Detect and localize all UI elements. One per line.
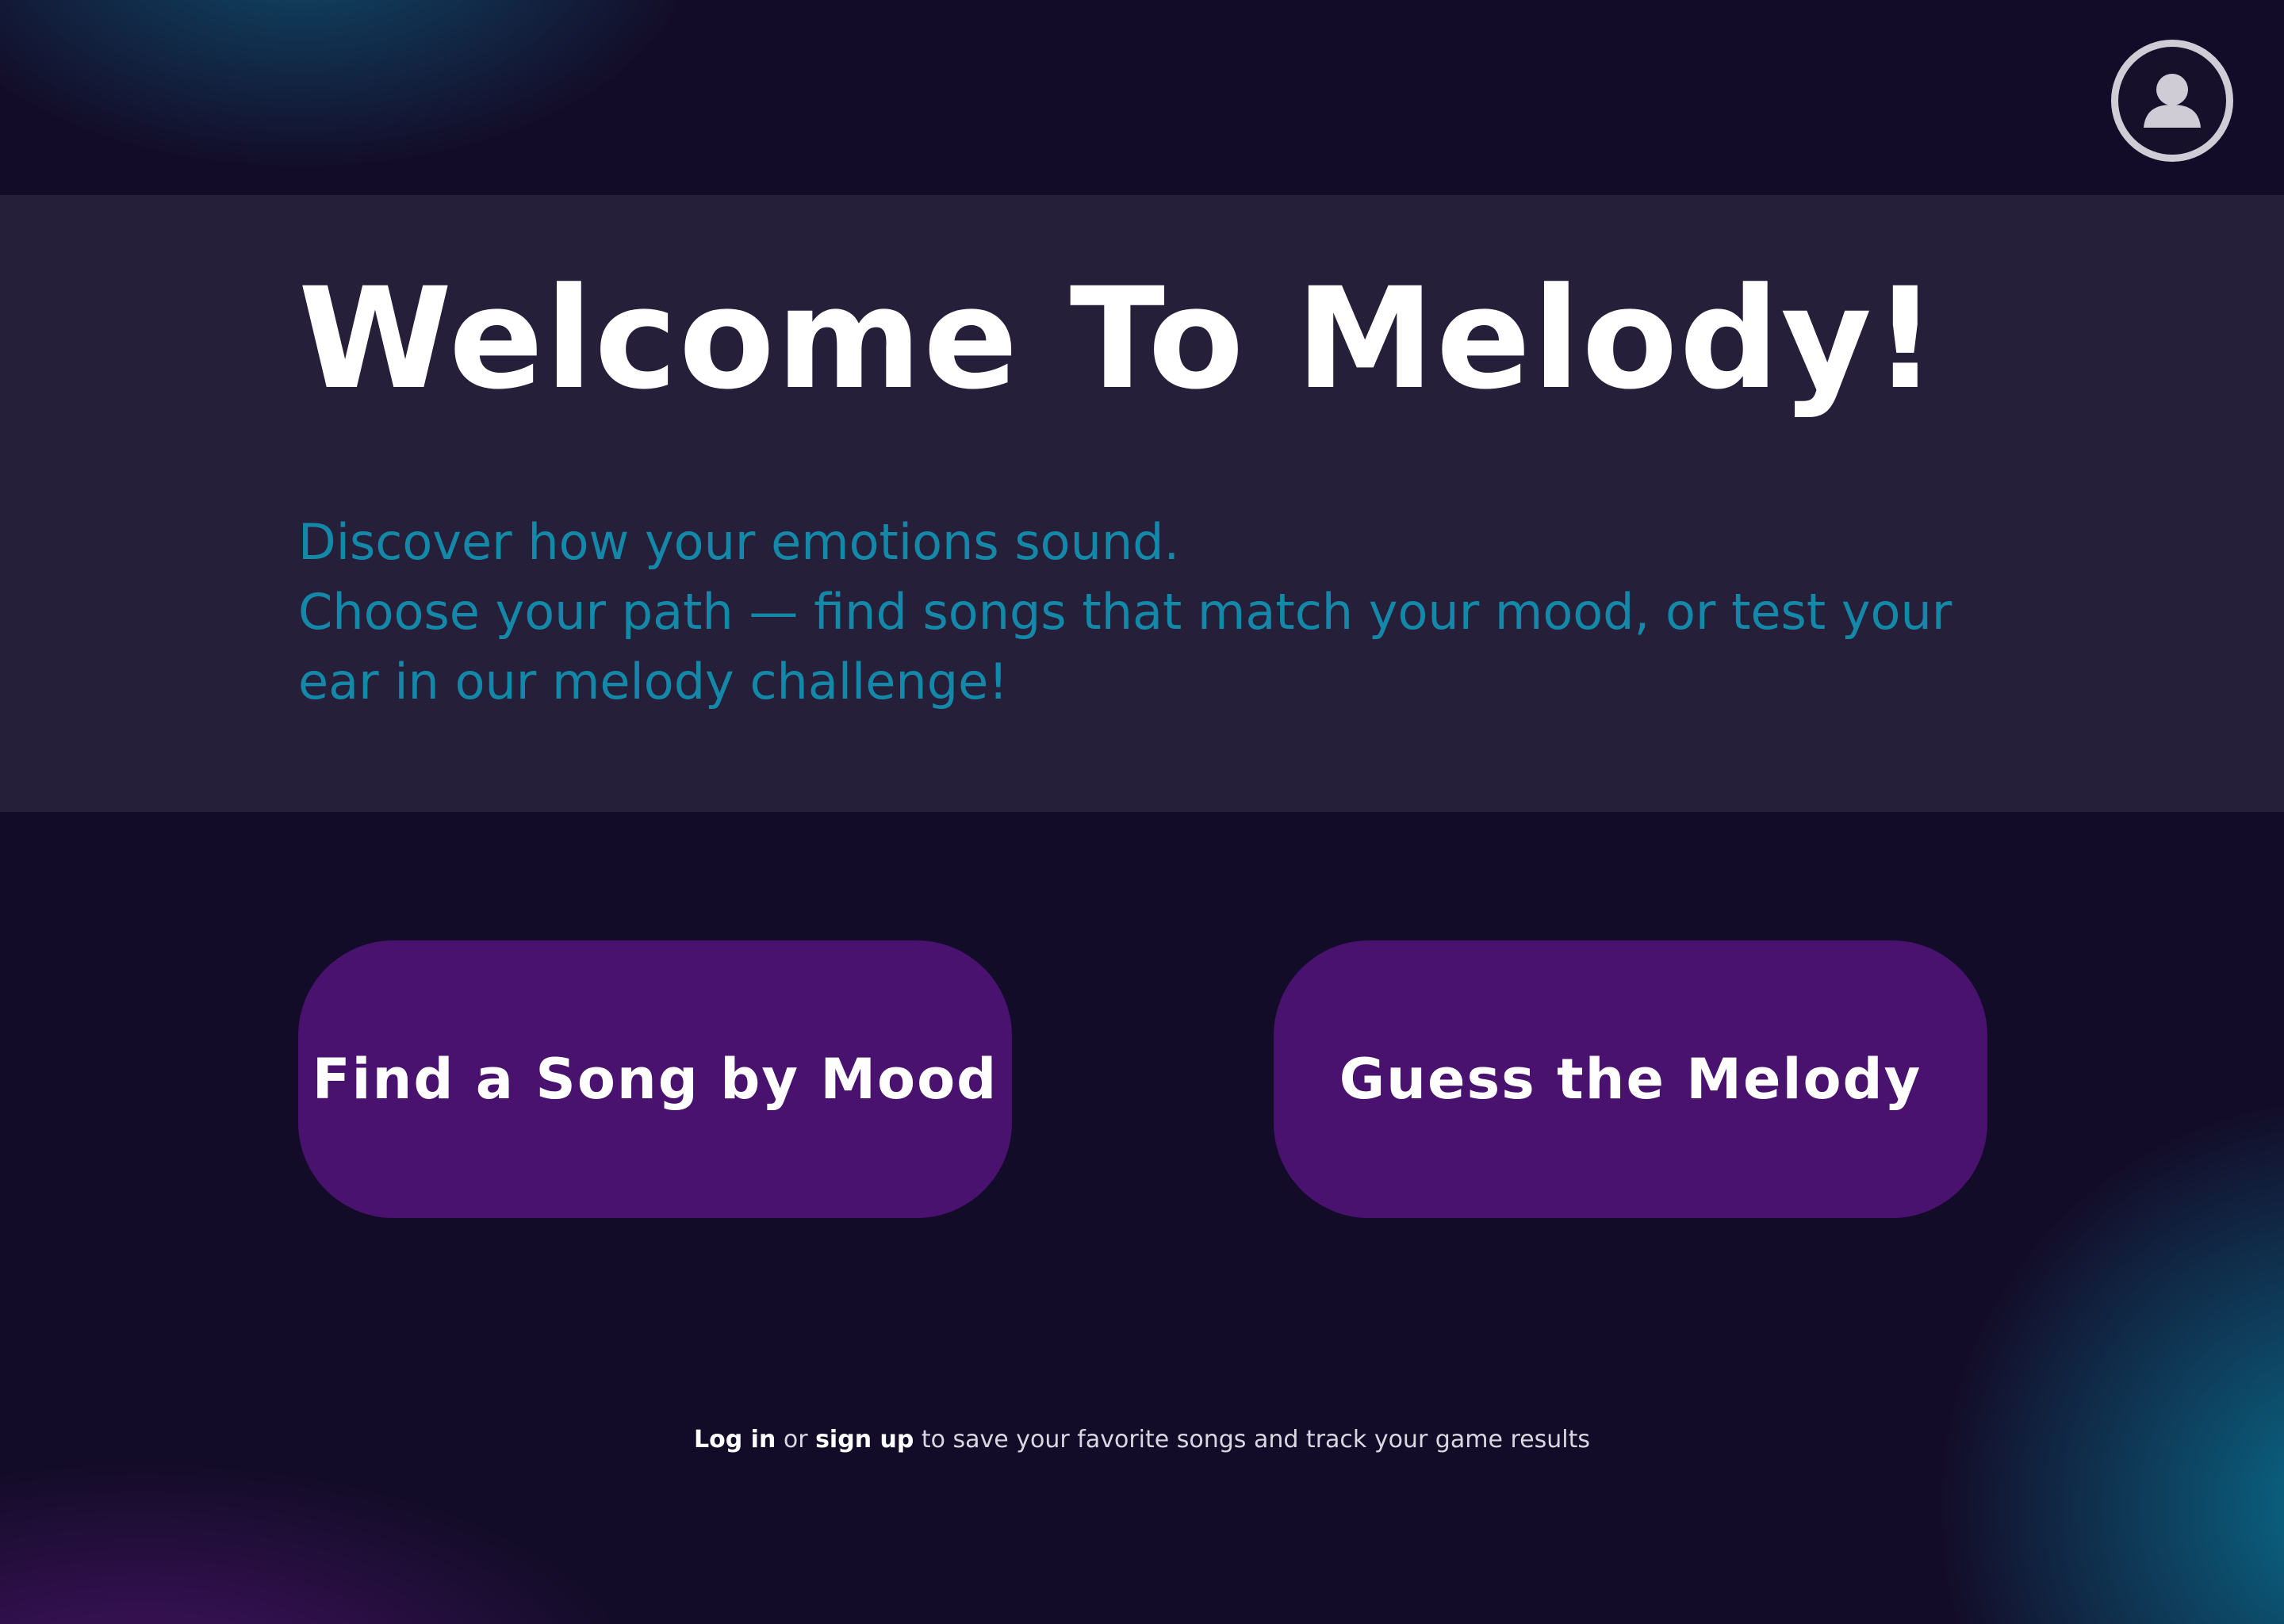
page-title: Welcome To Melody! [298,258,1939,420]
profile-avatar-button[interactable] [2111,40,2233,162]
user-icon [2126,55,2218,147]
hero-line-3: ear in our melody challenge! [298,653,1009,710]
hero-description: Discover how your emotions sound. Choose… [298,508,2043,717]
log-in-link[interactable]: Log in [694,1426,776,1454]
guess-the-melody-button[interactable]: Guess the Melody [1274,940,1987,1218]
hero-line-2: Choose your path — find songs that match… [298,583,1953,641]
find-song-by-mood-button[interactable]: Find a Song by Mood [298,940,1012,1218]
or-text: or [776,1426,816,1454]
sign-up-link[interactable]: sign up [815,1426,914,1454]
auth-prompt: Log in or sign up to save your favorite … [0,1424,2284,1456]
hero-line-1: Discover how your emotions sound. [298,513,1180,571]
auth-prompt-text: to save your favorite songs and track yo… [914,1426,1590,1454]
